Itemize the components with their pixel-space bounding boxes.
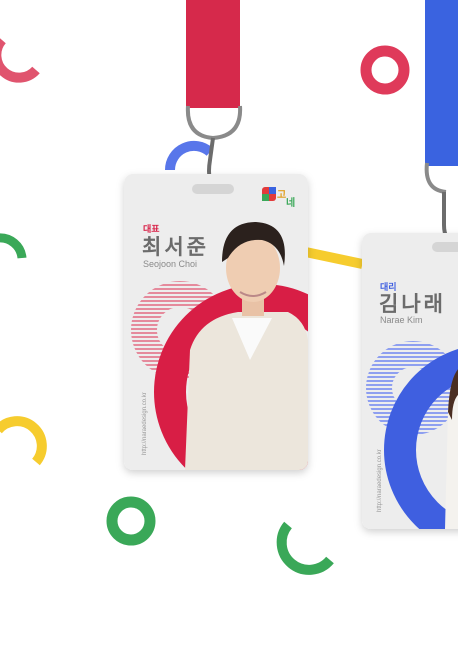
slot-hole: [192, 184, 234, 194]
decor-green-ring: [106, 496, 156, 546]
badge-mockup-scene: 고 네 대표 최서준 Seojoon Choi http://naraedesi…: [0, 0, 458, 575]
decor-yellow-arc: [0, 416, 47, 466]
badge-name-english: Seojoon Choi: [143, 259, 197, 269]
badge-name-english-2: Narae Kim: [380, 315, 423, 325]
decor-pink-arc: [0, 38, 40, 83]
slot-hole-2: [432, 242, 458, 252]
badge-name-korean-2: 김나래: [379, 292, 446, 316]
badge-url-2: http://naraedesign.co.kr: [377, 449, 383, 512]
decor-green-arc-bottom: [276, 521, 334, 575]
badge-name-korean: 최서준: [142, 235, 209, 259]
lanyard-blue: [425, 0, 458, 166]
decor-red-ring: [360, 45, 410, 95]
svg-text:고: 고: [277, 189, 286, 201]
badge-url: http://naraedesign.co.kr: [142, 392, 148, 455]
decor-yellow-bar: [304, 247, 364, 269]
svg-text:네: 네: [286, 196, 295, 209]
badge-title: 대표: [143, 223, 160, 235]
decor-blue-arc: [164, 140, 214, 171]
lanyard-red: [186, 0, 240, 108]
decor-green-arc: [0, 233, 27, 259]
